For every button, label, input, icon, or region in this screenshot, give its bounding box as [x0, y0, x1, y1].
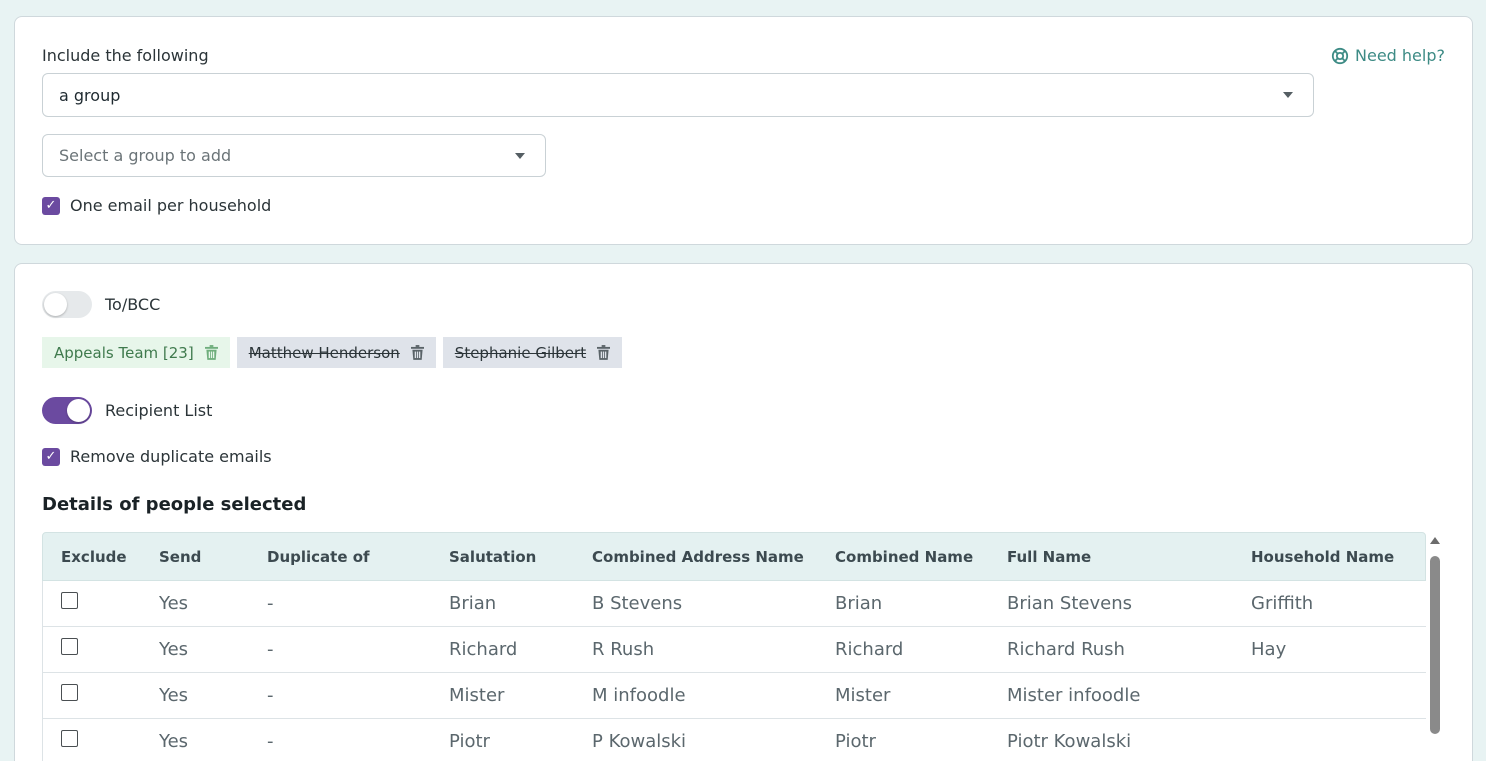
- chevron-down-icon: [515, 152, 525, 159]
- column-header[interactable]: Combined Name: [817, 548, 989, 566]
- exclude-checkbox[interactable]: [61, 730, 78, 747]
- exclude-cell: [43, 638, 141, 655]
- household-name-cell: Hay: [1251, 639, 1287, 660]
- household-name-cell: Griffith: [1251, 593, 1314, 614]
- send-cell: Yes: [159, 593, 189, 614]
- to-bcc-option: To/BCC: [42, 291, 160, 318]
- recipients-table: Exclude Send Duplicate of Salutation Com…: [42, 532, 1426, 761]
- need-help-label: Need help?: [1355, 46, 1445, 65]
- trash-icon[interactable]: [597, 345, 611, 360]
- trash-icon[interactable]: [204, 345, 218, 360]
- toggle-knob: [44, 293, 67, 316]
- duplicate-of-cell: -: [267, 593, 274, 614]
- combined-name-cell: Piotr: [835, 731, 876, 752]
- full-name-cell: Richard Rush: [1007, 639, 1125, 660]
- column-header[interactable]: Salutation: [431, 548, 574, 566]
- column-header[interactable]: Full Name: [989, 548, 1233, 566]
- column-header[interactable]: Exclude: [43, 548, 141, 566]
- duplicate-of-cell: -: [267, 731, 274, 752]
- group-add-placeholder: Select a group to add: [59, 146, 232, 165]
- toggle-knob: [67, 399, 90, 422]
- combined-address-name-cell: M infoodle: [592, 685, 686, 706]
- exclude-checkbox[interactable]: [61, 592, 78, 609]
- salutation-cell: Richard: [449, 639, 518, 660]
- details-title: Details of people selected: [42, 494, 307, 515]
- column-header[interactable]: Combined Address Name: [574, 548, 817, 566]
- full-name-cell: Piotr Kowalski: [1007, 731, 1132, 752]
- trash-icon[interactable]: [410, 345, 424, 360]
- table-row: Yes - Brian B Stevens Brian Brian Steven…: [42, 581, 1426, 627]
- combined-name-cell: Brian: [835, 593, 883, 614]
- salutation-cell: Mister: [449, 685, 505, 706]
- combined-name-cell: Richard: [835, 639, 904, 660]
- scroll-up-arrow-icon[interactable]: [1430, 537, 1440, 544]
- remove-duplicates-label: Remove duplicate emails: [70, 447, 272, 466]
- scroll-thumb[interactable]: [1430, 556, 1440, 734]
- recipient-chip: Matthew Henderson: [236, 337, 436, 368]
- one-email-per-household-checkbox[interactable]: ✓: [42, 196, 60, 215]
- combined-address-name-cell: P Kowalski: [592, 731, 687, 752]
- chevron-down-icon: [1283, 92, 1293, 98]
- send-cell: Yes: [159, 731, 189, 752]
- full-name-cell: Brian Stevens: [1007, 593, 1132, 614]
- table-row: Yes - Richard R Rush Richard Richard Rus…: [42, 627, 1426, 673]
- chip-label: Stephanie Gilbert: [454, 343, 587, 362]
- remove-duplicates-option: ✓ Remove duplicate emails: [42, 447, 272, 466]
- recipient-list-label: Recipient List: [105, 401, 213, 420]
- table-row: Yes - Piotr P Kowalski Piotr Piotr Kowal…: [42, 719, 1426, 761]
- table-scrollbar[interactable]: [1428, 535, 1442, 761]
- recipient-chips: Appeals Team [23] Matthew Henderson Step…: [42, 337, 623, 368]
- recipients-card: To/BCC Appeals Team [23] Matthew Henders…: [14, 263, 1473, 761]
- exclude-cell: [43, 730, 141, 747]
- table-header: Exclude Send Duplicate of Salutation Com…: [42, 532, 1426, 581]
- recipient-chip: Stephanie Gilbert: [442, 337, 623, 368]
- combined-address-name-cell: R Rush: [592, 639, 655, 660]
- send-cell: Yes: [159, 639, 189, 660]
- include-type-value: a group: [59, 85, 121, 105]
- include-type-select[interactable]: a group: [42, 73, 1314, 117]
- to-bcc-toggle[interactable]: [42, 291, 92, 318]
- salutation-cell: Piotr: [449, 731, 490, 752]
- duplicate-of-cell: -: [267, 685, 274, 706]
- include-label: Include the following: [42, 46, 209, 65]
- duplicate-of-cell: -: [267, 639, 274, 660]
- recipient-list-option: Recipient List: [42, 397, 212, 424]
- exclude-checkbox[interactable]: [61, 638, 78, 655]
- exclude-cell: [43, 684, 141, 701]
- combined-address-name-cell: B Stevens: [592, 593, 683, 614]
- salutation-cell: Brian: [449, 593, 497, 614]
- chip-label: Matthew Henderson: [248, 343, 400, 362]
- recipient-chip: Appeals Team [23]: [42, 337, 230, 368]
- chip-label: Appeals Team [23]: [54, 343, 194, 362]
- to-bcc-label: To/BCC: [105, 295, 161, 314]
- need-help-link[interactable]: Need help?: [1331, 46, 1445, 65]
- recipient-list-toggle[interactable]: [42, 397, 92, 424]
- include-card: Include the following Need help? a group…: [14, 16, 1473, 245]
- column-header[interactable]: Household Name: [1233, 548, 1425, 566]
- remove-duplicates-checkbox[interactable]: ✓: [42, 447, 60, 466]
- one-email-per-household-option: ✓ One email per household: [42, 196, 271, 215]
- column-header[interactable]: Send: [141, 548, 249, 566]
- one-email-per-household-label: One email per household: [70, 196, 272, 215]
- exclude-cell: [43, 592, 141, 609]
- exclude-checkbox[interactable]: [61, 684, 78, 701]
- full-name-cell: Mister infoodle: [1007, 685, 1141, 706]
- send-cell: Yes: [159, 685, 189, 706]
- lifebuoy-icon: [1331, 47, 1349, 64]
- column-header[interactable]: Duplicate of: [249, 548, 431, 566]
- table-row: Yes - Mister M infoodle Mister Mister in…: [42, 673, 1426, 719]
- group-add-select[interactable]: Select a group to add: [42, 134, 546, 177]
- combined-name-cell: Mister: [835, 685, 891, 706]
